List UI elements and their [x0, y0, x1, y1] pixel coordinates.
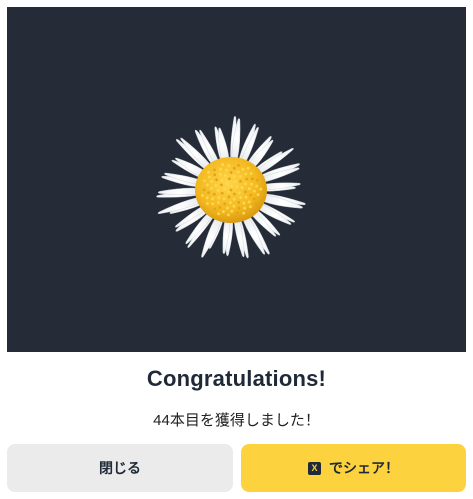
- congratulations-dialog: Congratulations! 44本目を獲得しました！ 閉じる X でシェア…: [0, 0, 473, 499]
- share-on-x-button[interactable]: X でシェア！: [241, 444, 466, 492]
- hero-image-panel: [7, 7, 466, 352]
- share-button-label: でシェア！: [329, 460, 399, 476]
- close-button[interactable]: 閉じる: [7, 444, 233, 492]
- dialog-title: Congratulations!: [146, 366, 327, 391]
- dialog-message: 44本目を獲得しました！: [153, 412, 320, 429]
- x-logo-icon: X: [308, 461, 321, 475]
- daisy-flower-image: [156, 115, 306, 259]
- close-button-label: 閉じる: [99, 460, 141, 476]
